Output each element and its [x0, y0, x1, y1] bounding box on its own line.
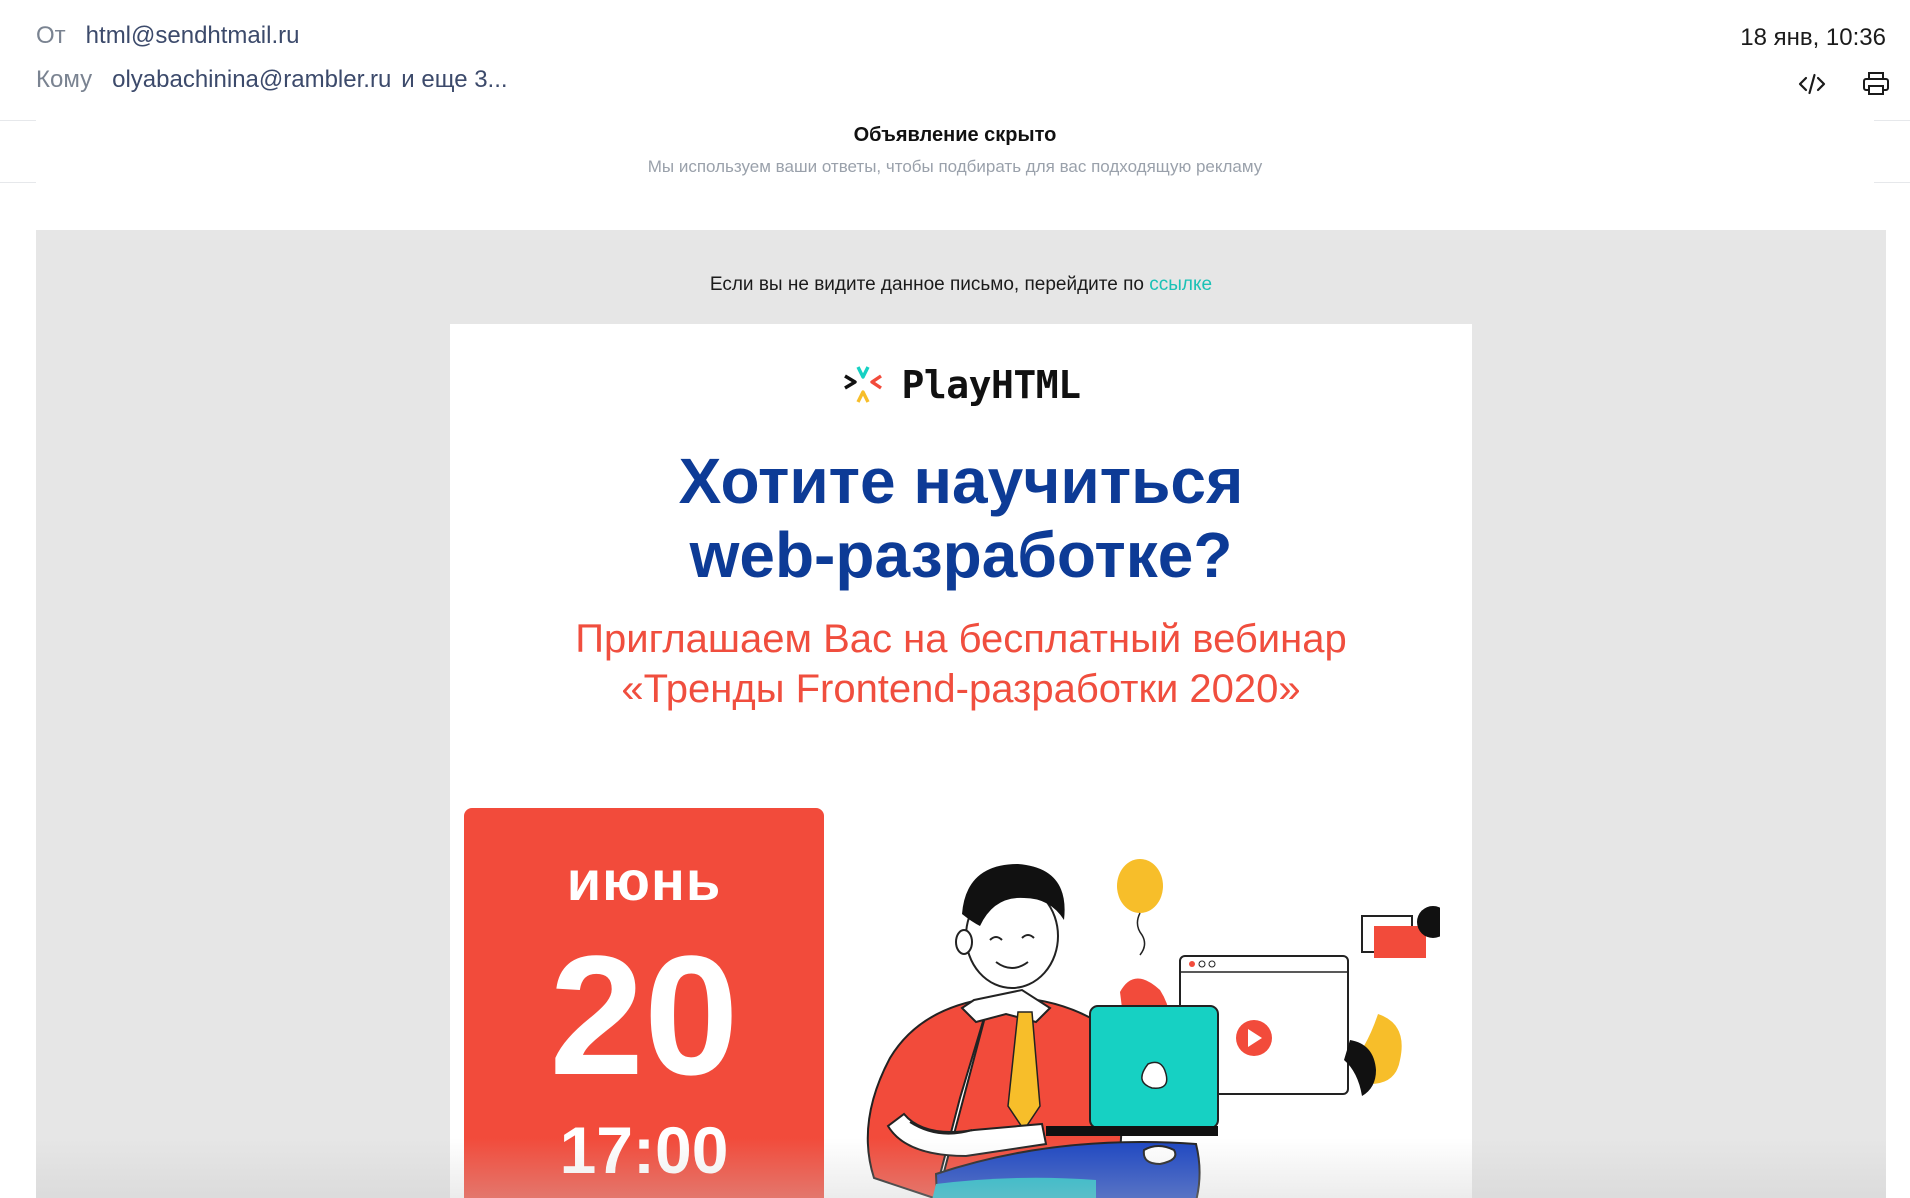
ad-hidden-title: Объявление скрыто [853, 124, 1057, 146]
email-card: PlayHTML Хотите научиться web-разработке… [450, 324, 1472, 1198]
playhtml-logo-icon [844, 366, 883, 403]
more-recipients-link[interactable]: и еще 3... [401, 66, 507, 94]
preheader-text: Если вы не видите данное письмо, перейди… [709, 274, 1150, 295]
from-address[interactable]: html@sendhtmail.ru [86, 22, 300, 50]
to-label: Кому [36, 66, 93, 93]
event-month: июнь [566, 849, 722, 912]
hidden-ad-notice: Объявление скрыто Мы используем ваши отв… [0, 124, 1910, 177]
to-row: Кому olyabachinina@rambler.ru и еще 3... [36, 66, 508, 94]
event-time: 17:00 [559, 1113, 729, 1187]
print-icon [1863, 72, 1889, 95]
developer-illustration [866, 859, 1440, 1198]
web-version-link[interactable]: ссылке [1149, 274, 1212, 295]
event-date-box: июнь 20 17:00 [464, 808, 824, 1198]
subheadline: Приглашаем Вас на бесплатный вебинар «Тр… [575, 617, 1347, 711]
balloon-icon [1117, 859, 1163, 956]
print-button[interactable] [1860, 68, 1892, 100]
from-row: От html@sendhtmail.ru [36, 22, 299, 50]
headline: Хотите научиться web-разработке? [678, 445, 1244, 591]
message-date: 18 янв, 10:36 [1740, 24, 1886, 51]
divider-right-bottom [1874, 182, 1910, 183]
decor-shapes-icon [1344, 906, 1440, 1096]
logo-text: PlayHTML [901, 363, 1081, 407]
email-body: Если вы не видите данное письмо, перейди… [36, 230, 1886, 1198]
to-address[interactable]: olyabachinina@rambler.ru [112, 66, 391, 94]
show-source-button[interactable] [1796, 68, 1828, 100]
divider-left-top [0, 120, 36, 121]
event-day: 20 [549, 921, 739, 1111]
logo[interactable]: PlayHTML [450, 362, 1472, 408]
ad-hidden-subtitle: Мы используем ваши ответы, чтобы подбира… [647, 157, 1263, 176]
divider-right-top [1874, 120, 1910, 121]
divider-left-bottom [0, 182, 36, 183]
preheader: Если вы не видите данное письмо, перейди… [36, 274, 1886, 296]
code-icon [1798, 73, 1826, 95]
from-label: От [36, 22, 66, 49]
